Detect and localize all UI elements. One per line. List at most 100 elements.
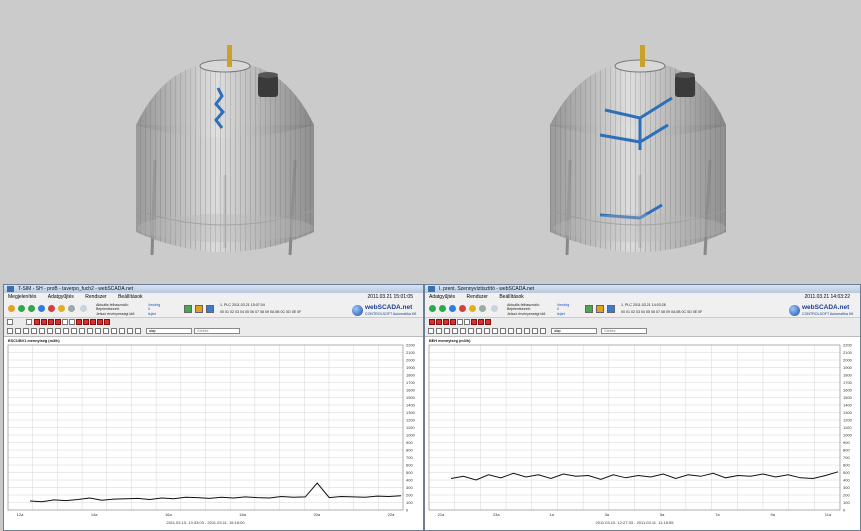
category-box[interactable]	[478, 319, 484, 325]
category-box[interactable]	[69, 319, 75, 325]
grid-icon[interactable]	[468, 328, 474, 334]
y-tick-label: 1500	[406, 395, 416, 400]
alarm-icon[interactable]	[469, 305, 476, 312]
category-box[interactable]	[457, 319, 463, 325]
back-icon[interactable]	[18, 305, 25, 312]
cursor-icon[interactable]	[55, 328, 61, 334]
grid-icon[interactable]	[47, 328, 53, 334]
zoom-in-icon[interactable]	[7, 328, 13, 334]
x-tick-label: 7a	[715, 512, 720, 517]
forward-icon[interactable]	[28, 305, 35, 312]
filter-icon[interactable]	[103, 328, 109, 334]
right-menu-item-1[interactable]: Rendszer	[467, 294, 488, 300]
x-tick-label: 18a	[239, 512, 246, 517]
print-icon[interactable]	[31, 328, 37, 334]
right-scada-window: I. prent. Szennyvíztisztító - webSCADA.n…	[424, 284, 861, 531]
category-box[interactable]	[7, 319, 13, 325]
category-box[interactable]	[471, 319, 477, 325]
network-status-icon[interactable]	[206, 305, 214, 313]
right-field[interactable]: Görbéz	[601, 328, 647, 334]
alarm-icon[interactable]	[58, 305, 65, 312]
category-box[interactable]	[26, 319, 32, 325]
category-box[interactable]	[41, 319, 47, 325]
table-icon[interactable]	[87, 328, 93, 334]
refresh-icon[interactable]	[449, 305, 456, 312]
zoom-out-icon[interactable]	[436, 328, 442, 334]
network-status-icon[interactable]	[607, 305, 615, 313]
save-icon[interactable]	[444, 328, 450, 334]
legend-icon[interactable]	[79, 328, 85, 334]
category-box[interactable]	[34, 319, 40, 325]
left-menu-item-1[interactable]: Adatgyűjtés	[48, 294, 74, 300]
alarm-status-icon[interactable]	[596, 305, 604, 313]
category-box[interactable]	[62, 319, 68, 325]
left-menu-item-2[interactable]: Rendszer	[85, 294, 106, 300]
left-select[interactable]: alap	[146, 328, 192, 334]
export-icon[interactable]	[460, 328, 466, 334]
settings-icon[interactable]	[68, 305, 75, 312]
category-box[interactable]	[443, 319, 449, 325]
category-box[interactable]	[76, 319, 82, 325]
legend-icon[interactable]	[500, 328, 506, 334]
left-scada-window: T-SIM - SH - proB - taverpo_fuch2 - webS…	[3, 284, 424, 531]
help-icon[interactable]	[491, 305, 498, 312]
category-box[interactable]	[104, 319, 110, 325]
left-field[interactable]: Görbéz	[194, 328, 240, 334]
export-icon[interactable]	[39, 328, 45, 334]
time-icon[interactable]	[135, 328, 141, 334]
plc-status-icon[interactable]	[184, 305, 192, 313]
left-user-values: Vendég 0 lejárt	[148, 303, 161, 316]
right-menu-item-0[interactable]: Adatgyűjtés	[429, 294, 455, 300]
category-box[interactable]	[55, 319, 61, 325]
x-tick-label: 22a	[388, 512, 395, 517]
category-box[interactable]	[436, 319, 442, 325]
right-menu-item-2[interactable]: Beállítások	[499, 294, 523, 300]
forward-icon[interactable]	[439, 305, 446, 312]
pan-icon[interactable]	[484, 328, 490, 334]
category-box[interactable]	[429, 319, 435, 325]
category-box[interactable]	[464, 319, 470, 325]
category-box[interactable]	[48, 319, 54, 325]
export-excel-icon[interactable]	[111, 328, 117, 334]
print-icon[interactable]	[452, 328, 458, 334]
plc-status-icon[interactable]	[585, 305, 593, 313]
y-tick-label: 300	[843, 485, 850, 490]
settings-icon[interactable]	[479, 305, 486, 312]
category-box[interactable]	[83, 319, 89, 325]
y-tick-label: 2200	[843, 343, 853, 348]
search-icon[interactable]	[95, 328, 101, 334]
save-icon[interactable]	[23, 328, 29, 334]
alarm-status-icon[interactable]	[195, 305, 203, 313]
left-datetime: 2011.03.21 15:01:05	[367, 294, 413, 300]
cursor-icon[interactable]	[476, 328, 482, 334]
category-box[interactable]	[450, 319, 456, 325]
back-icon[interactable]	[429, 305, 436, 312]
stop-icon[interactable]	[48, 305, 55, 312]
table-icon[interactable]	[508, 328, 514, 334]
scale-icon[interactable]	[492, 328, 498, 334]
left-menu-item-0[interactable]: Megjelenítés	[8, 294, 36, 300]
chart-type-icon[interactable]	[540, 328, 546, 334]
zoom-out-icon[interactable]	[15, 328, 21, 334]
right-menu-bar: Adatgyűjtés Rendszer Beállítások 2011.03…	[425, 293, 860, 301]
category-box[interactable]	[485, 319, 491, 325]
left-chart: 0 100 200 300 400 500 600 700 800 900 1000 1100 1200…	[7, 343, 416, 525]
refresh-icon[interactable]	[38, 305, 45, 312]
right-select[interactable]: alap	[551, 328, 597, 334]
y-tick-label: 1700	[843, 380, 853, 385]
pan-icon[interactable]	[63, 328, 69, 334]
export-excel-icon[interactable]	[532, 328, 538, 334]
chart-type-icon[interactable]	[119, 328, 125, 334]
color-icon[interactable]	[127, 328, 133, 334]
filter-icon[interactable]	[524, 328, 530, 334]
left-menu-item-3[interactable]: Beállítások	[118, 294, 142, 300]
home-icon[interactable]	[8, 305, 15, 312]
time-range-label: 2011.03.10. 12:27:33 - 2011.03.11. 11:16…	[596, 520, 675, 525]
search-icon[interactable]	[516, 328, 522, 334]
category-box[interactable]	[90, 319, 96, 325]
scale-icon[interactable]	[71, 328, 77, 334]
stop-icon[interactable]	[459, 305, 466, 312]
help-icon[interactable]	[80, 305, 87, 312]
zoom-in-icon[interactable]	[428, 328, 434, 334]
category-box[interactable]	[97, 319, 103, 325]
